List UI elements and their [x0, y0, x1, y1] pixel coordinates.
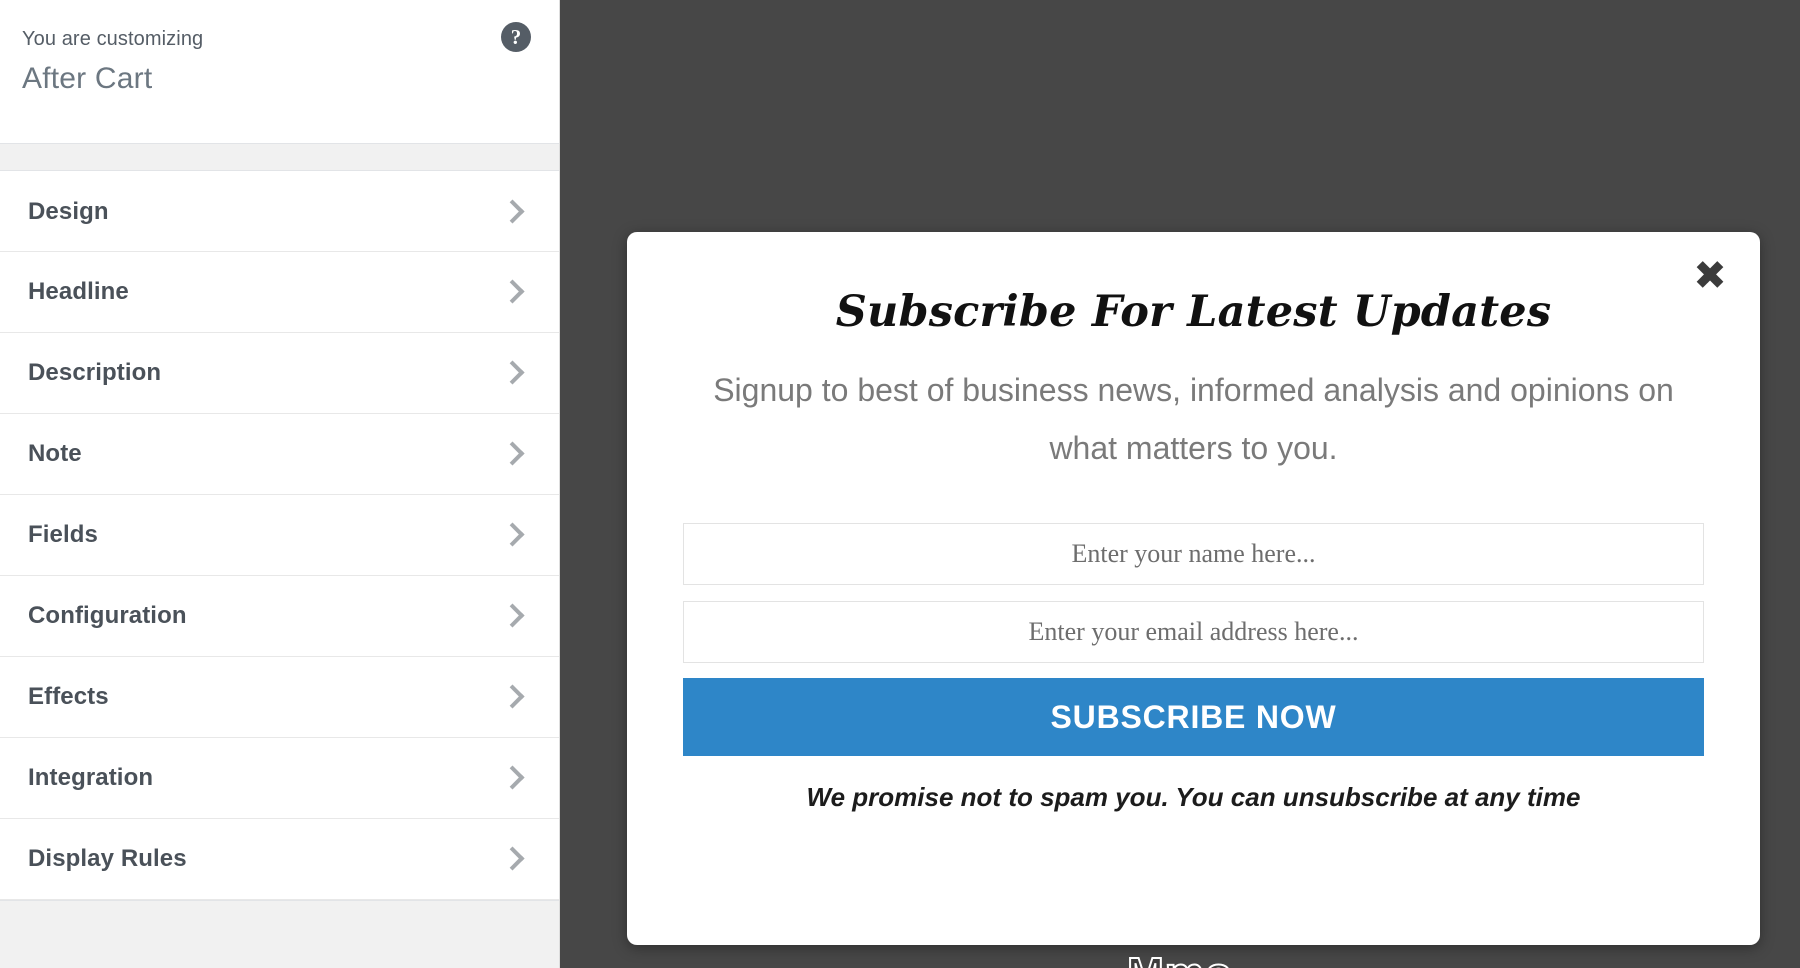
- modal-body: Subscribe For Latest Updates Signup to b…: [627, 232, 1760, 813]
- sidebar-item-label: Note: [28, 440, 82, 467]
- subscribe-now-button[interactable]: SUBSCRIBE NOW: [683, 678, 1704, 756]
- chevron-right-icon: [503, 441, 519, 467]
- sidebar-header: You are customizing After Cart ?: [0, 0, 559, 143]
- sidebar-item-label: Design: [28, 197, 109, 225]
- sidebar-item-label: Configuration: [28, 602, 187, 629]
- sidebar-item-note[interactable]: Note: [0, 414, 559, 495]
- chevron-right-icon: [503, 360, 519, 386]
- chevron-right-icon: [503, 846, 519, 872]
- customizer-sidebar: You are customizing After Cart ? Design …: [0, 0, 560, 968]
- sidebar-item-display-rules[interactable]: Display Rules: [0, 819, 559, 900]
- sidebar-item-effects[interactable]: Effects: [0, 657, 559, 738]
- preview-backdrop: ✖ Subscribe For Latest Updates Signup to…: [560, 0, 1800, 968]
- customizing-eyebrow: You are customizing: [22, 28, 204, 50]
- chevron-right-icon: [503, 522, 519, 548]
- chevron-right-icon: [503, 765, 519, 791]
- chevron-right-icon: [503, 684, 519, 710]
- close-icon[interactable]: ✖: [1688, 254, 1732, 298]
- sidebar-item-configuration[interactable]: Configuration: [0, 576, 559, 657]
- sidebar-item-headline[interactable]: Headline: [0, 252, 559, 333]
- sidebar-item-description[interactable]: Description: [0, 333, 559, 414]
- sidebar-item-label: Fields: [28, 521, 98, 548]
- chevron-right-icon: [503, 603, 519, 629]
- below-modal-partial-text: Mmo: [560, 952, 1800, 968]
- sidebar-item-design[interactable]: Design: [0, 171, 559, 252]
- sidebar-item-label: Effects: [28, 683, 109, 710]
- page-title: After Cart: [22, 62, 153, 95]
- spam-disclaimer: We promise not to spam you. You can unsu…: [806, 782, 1581, 812]
- name-input[interactable]: [683, 523, 1704, 585]
- modal-form: SUBSCRIBE NOW: [683, 477, 1704, 756]
- sidebar-divider-strip: [0, 143, 559, 171]
- sidebar-item-integration[interactable]: Integration: [0, 738, 559, 819]
- chevron-right-icon: [503, 279, 519, 305]
- help-icon[interactable]: ?: [501, 22, 531, 52]
- customizer-screen: You are customizing After Cart ? Design …: [0, 0, 1800, 968]
- subscribe-modal: ✖ Subscribe For Latest Updates Signup to…: [627, 232, 1760, 945]
- modal-headline: Subscribe For Latest Updates: [835, 287, 1552, 337]
- chevron-right-icon: [503, 199, 519, 225]
- sidebar-menu: Design Headline Description Note Fields: [0, 171, 559, 900]
- sidebar-item-label: Display Rules: [28, 845, 187, 872]
- sidebar-item-label: Headline: [28, 278, 129, 305]
- sidebar-item-fields[interactable]: Fields: [0, 495, 559, 576]
- sidebar-footer: [0, 900, 559, 968]
- sidebar-item-label: Description: [28, 359, 162, 386]
- sidebar-item-label: Integration: [28, 764, 154, 791]
- email-input[interactable]: [683, 601, 1704, 663]
- modal-description: Signup to best of business news, informe…: [713, 372, 1674, 466]
